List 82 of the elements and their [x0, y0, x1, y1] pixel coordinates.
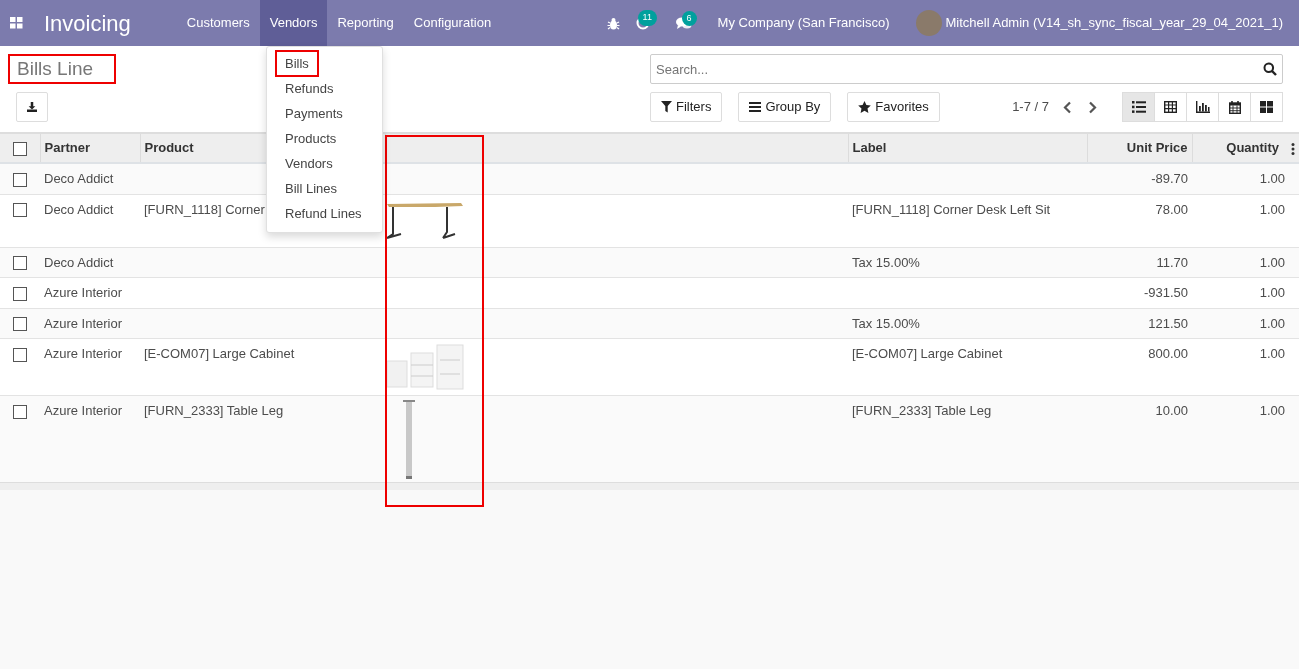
menu-tab[interactable]: Reporting	[327, 0, 404, 46]
table-cell: 1.00	[1259, 315, 1285, 331]
table-cell: 78.00	[1155, 201, 1188, 217]
table-cell: Azure Interior	[44, 315, 123, 331]
message-count: 6	[681, 10, 697, 26]
graph-view-button[interactable]	[1186, 92, 1219, 122]
table-cell: 1.00	[1259, 254, 1285, 270]
table-cell: [E-COM07] Large Cabinet	[852, 346, 1003, 361]
row-checkbox[interactable]	[13, 347, 27, 362]
row-checkbox[interactable]	[13, 172, 27, 187]
list-icon	[1131, 101, 1146, 113]
table-cell: 1.00	[1259, 285, 1285, 300]
table-cell: 1.00	[1259, 403, 1285, 418]
row-checkbox[interactable]	[13, 317, 27, 332]
menu-tab[interactable]: Vendors	[259, 0, 328, 46]
table-cell: 121.50	[1148, 315, 1188, 331]
row-checkbox[interactable]	[13, 203, 27, 218]
table-cell: 1.00	[1259, 201, 1285, 217]
table-cell: Azure Interior	[44, 346, 123, 361]
table-cell: Azure Interior	[44, 285, 123, 300]
user-menu[interactable]: Mitchell Admin (V14_sh_sync_fiscal_year_29_04_2021_1)	[945, 13, 1283, 33]
column-header[interactable]: Label	[852, 140, 887, 156]
table-cell: 11.70	[1156, 254, 1188, 270]
pager-value: 1-7 / 7	[1012, 98, 1049, 117]
kanban-view-button[interactable]	[1250, 92, 1283, 122]
activity-count: 11	[637, 10, 657, 26]
table-cell: 1.00	[1259, 171, 1285, 186]
calendar-icon	[1228, 100, 1241, 114]
menu-tab[interactable]: Configuration	[403, 0, 502, 46]
menu-item[interactable]: Bill Lines	[277, 177, 346, 200]
chevron-right-icon[interactable]	[1088, 100, 1097, 114]
search-icon[interactable]	[1263, 62, 1277, 76]
menu-item[interactable]: Bills	[277, 52, 317, 75]
menu-item[interactable]: Vendors	[277, 152, 341, 175]
column-header[interactable]: Product	[144, 140, 194, 156]
company-switcher[interactable]: My Company (San Francisco)	[707, 0, 900, 46]
group-by-button[interactable]: Group By	[738, 92, 832, 122]
table-cell: 10.00	[1155, 403, 1188, 418]
table-cell: [FURN_2333] Table Leg	[144, 403, 284, 418]
table-cell: [FURN_2333] Table Leg	[852, 403, 992, 418]
bar-chart-icon	[1195, 101, 1210, 113]
optional-columns-icon[interactable]	[1291, 143, 1295, 155]
app-title: Invoicing	[44, 9, 131, 38]
download-icon	[27, 101, 37, 113]
select-all-checkbox[interactable]	[12, 141, 27, 156]
table-cell: Azure Interior	[44, 403, 123, 418]
menu-item[interactable]: Payments	[277, 102, 351, 125]
table-cell: 1.00	[1259, 346, 1285, 361]
table-cell: Tax 15.00%	[852, 254, 920, 270]
bug-icon[interactable]	[606, 16, 620, 30]
export-button[interactable]	[16, 92, 48, 122]
filter-icon	[661, 101, 672, 113]
menu-item[interactable]: Products	[277, 127, 345, 150]
table-cell: [FURN_1118] Corner	[144, 201, 265, 217]
table-cell: [E-COM07] Large Cabinet	[144, 346, 295, 361]
table-icon	[1164, 101, 1177, 113]
table-cell: Deco Addict	[44, 254, 114, 270]
page-title: Bills Line	[10, 56, 115, 82]
calendar-view-button[interactable]	[1218, 92, 1251, 122]
search-field[interactable]: Search...	[650, 54, 1283, 84]
menu-tab[interactable]: Customers	[176, 0, 260, 46]
kanban-icon	[1260, 101, 1273, 113]
table-cell: Deco Addict	[44, 201, 114, 217]
menu-item[interactable]: Refunds	[277, 77, 342, 100]
table-cell: 800.00	[1148, 346, 1188, 361]
table-cell: [FURN_1118] Corner Desk Left Sit	[852, 201, 1051, 217]
table-cell: -89.70	[1151, 171, 1188, 186]
row-checkbox[interactable]	[13, 404, 27, 419]
pivot-view-button[interactable]	[1154, 92, 1187, 122]
chevron-left-icon[interactable]	[1063, 100, 1072, 114]
list-view-button[interactable]	[1122, 92, 1155, 122]
menu-item[interactable]: Refund Lines	[277, 202, 370, 225]
row-checkbox[interactable]	[13, 286, 27, 301]
table-cell: Deco Addict	[44, 171, 114, 186]
table-cell: -931.50	[1143, 285, 1188, 300]
favorites-button[interactable]: Favorites	[847, 92, 940, 122]
bars-icon	[749, 102, 762, 112]
row-checkbox[interactable]	[13, 256, 27, 271]
apps-grid-icon[interactable]	[9, 17, 23, 29]
table-cell: Tax 15.00%	[852, 315, 920, 331]
filters-button[interactable]: Filters	[650, 92, 723, 122]
star-icon	[858, 101, 872, 113]
